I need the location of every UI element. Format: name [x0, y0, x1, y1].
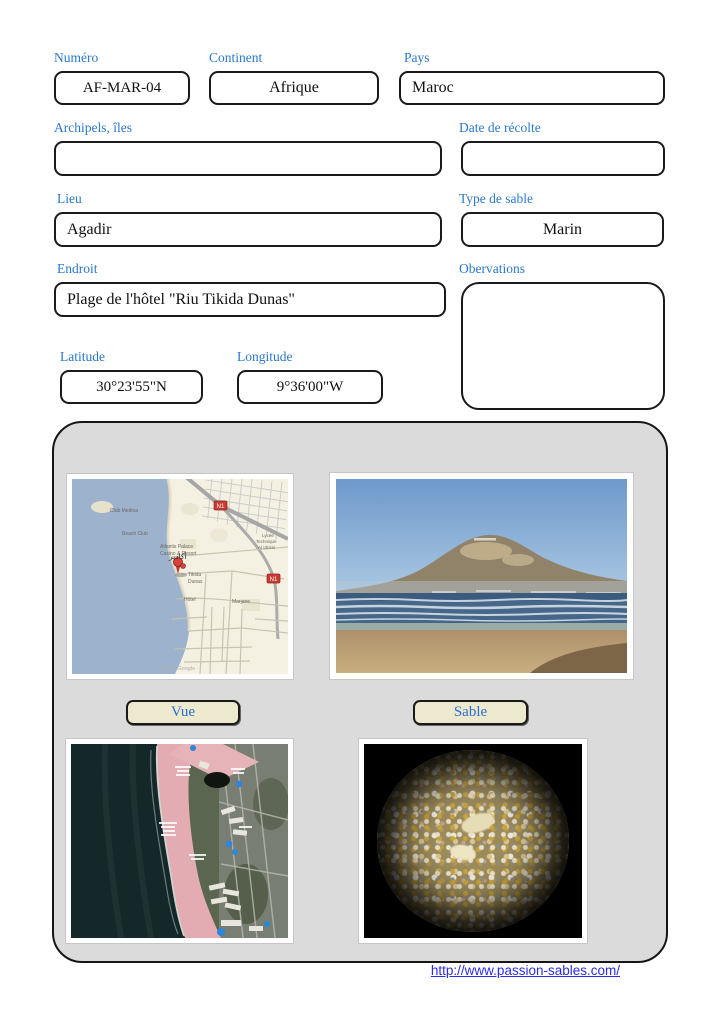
- svg-text:N1: N1: [270, 577, 278, 583]
- map-label: Hôtel: [184, 597, 196, 603]
- satellite-photo-frame: [65, 738, 294, 944]
- latitude-label: Latitude: [60, 349, 105, 364]
- sand-photo-image: [364, 744, 582, 938]
- map-attribution: ©2011 Google -: [160, 665, 199, 672]
- map-label: Al Idrissi: [258, 545, 275, 550]
- pays-label: Pays: [404, 50, 430, 65]
- map-label: Dunas: [188, 579, 203, 585]
- observations-field[interactable]: [461, 282, 665, 410]
- map-label: Tikida: [188, 572, 201, 578]
- map-label: Technique: [256, 539, 277, 544]
- sable-button[interactable]: Sable: [413, 700, 528, 725]
- map-label: Lycée: [262, 533, 274, 538]
- beach-photo-frame: [329, 472, 634, 680]
- numero-field[interactable]: AF-MAR-04: [54, 71, 190, 105]
- shell-fragment: [448, 842, 478, 862]
- type-sable-label: Type de sable: [459, 191, 534, 206]
- archipels-label: Archipels, îles: [54, 120, 132, 135]
- map-label: أكادير: [168, 550, 187, 561]
- location-map-image: N1 N1 Club Medina Beach Club Atlantis Pa…: [72, 479, 288, 674]
- location-map-frame: N1 N1 Club Medina Beach Club Atlantis Pa…: [66, 473, 294, 680]
- numero-label: Numéro: [54, 50, 99, 65]
- sand-photo-frame: [358, 738, 588, 944]
- sand-record-page: Numéro Continent Pays Archipels, îles Da…: [0, 0, 724, 1024]
- longitude-label: Longitude: [237, 349, 293, 364]
- sand-grains-circle: [377, 749, 569, 933]
- longitude-field[interactable]: 9°36'00"W: [237, 370, 383, 404]
- pays-field[interactable]: Maroc: [399, 71, 665, 105]
- type-sable-field[interactable]: Marin: [461, 212, 664, 247]
- vue-button[interactable]: Vue: [126, 700, 240, 725]
- satellite-photo-image: [71, 744, 288, 938]
- website-link[interactable]: http://www.passion-sables.com/: [431, 963, 620, 978]
- latitude-field[interactable]: 30°23'55"N: [60, 370, 203, 404]
- map-label: Club Medina: [110, 508, 138, 514]
- continent-label: Continent: [209, 50, 263, 65]
- map-label: Marjane: [232, 599, 250, 605]
- lieu-field[interactable]: Agadir: [54, 212, 442, 247]
- photo-panel: N1 N1 Club Medina Beach Club Atlantis Pa…: [52, 421, 668, 963]
- road-badge-n1: N1: [213, 500, 228, 511]
- shell-fragment: [459, 808, 498, 837]
- archipels-field[interactable]: [54, 141, 442, 176]
- svg-text:N1: N1: [217, 504, 225, 510]
- date-recolte-field[interactable]: [461, 141, 665, 176]
- map-label: Beach Club: [122, 531, 148, 537]
- lieu-label: Lieu: [57, 191, 82, 206]
- map-label: Atlantis Palace: [160, 544, 193, 550]
- continent-field[interactable]: Afrique: [209, 71, 379, 105]
- endroit-field[interactable]: Plage de l'hôtel "Riu Tikida Dunas": [54, 282, 446, 317]
- endroit-label: Endroit: [57, 261, 98, 276]
- road-badge-n1: N1: [266, 573, 281, 584]
- observations-label: Obervations: [459, 261, 525, 276]
- beach-photo-image: [336, 479, 627, 673]
- date-recolte-label: Date de récolte: [459, 120, 541, 135]
